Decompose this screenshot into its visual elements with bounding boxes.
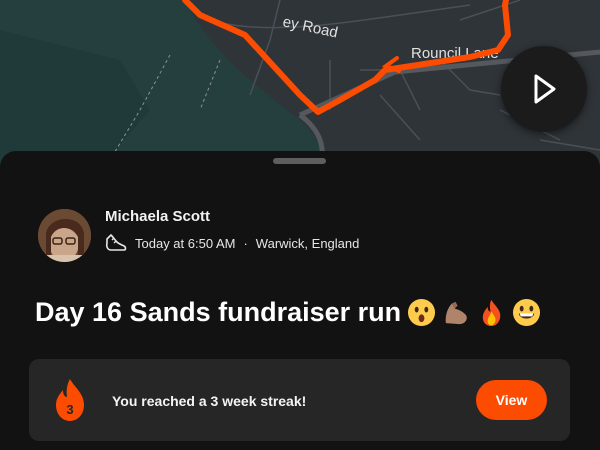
flexed-biceps-emoji [445,301,467,325]
athlete-name[interactable]: Michaela Scott [105,208,210,225]
flame-icon: 3 [56,379,84,421]
activity-title-row: Day 16 Sands fundraiser run [35,297,541,328]
fire-emoji [482,299,501,327]
activity-location: Warwick, England [255,235,360,251]
avatar[interactable] [38,209,91,262]
astonished-face-emoji [408,298,436,327]
shoe-icon [105,234,127,251]
activity-meta: Today at 6:50 AM · Warwick, England [105,233,359,253]
play-icon [534,74,556,104]
view-streak-button[interactable]: View [476,380,547,420]
grinning-face-emoji [513,298,541,327]
sheet-drag-handle[interactable] [273,158,326,164]
streak-count: 3 [66,402,73,417]
streak-card[interactable]: 3 You reached a 3 week streak! View [29,359,570,441]
play-flyover-button[interactable] [501,46,587,132]
meta-separator: · [243,235,248,251]
activity-title: Day 16 Sands fundraiser run [35,297,402,327]
activity-timestamp: Today at 6:50 AM [135,235,236,251]
profile-photo [38,209,91,262]
activity-detail-sheet: Michaela Scott Today at 6:50 AM · Warwic… [0,151,600,450]
streak-message: You reached a 3 week streak! [112,393,307,409]
